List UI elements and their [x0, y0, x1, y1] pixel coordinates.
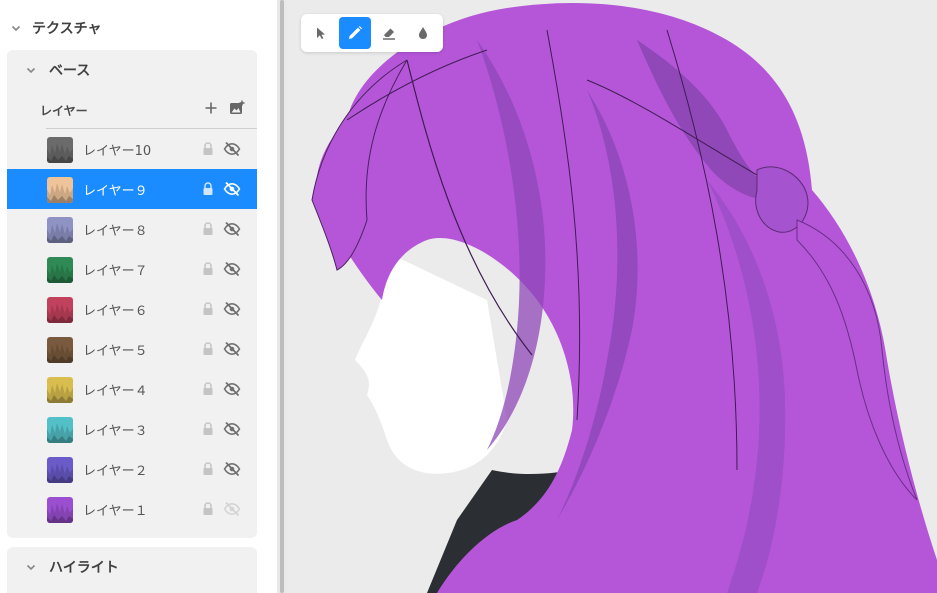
group-highlight: ハイライト [7, 547, 257, 593]
pen-icon [349, 26, 362, 39]
add-layer-button[interactable] [203, 100, 219, 116]
group-base-header[interactable]: ベース [25, 59, 90, 81]
eye-off-icon[interactable] [223, 220, 241, 238]
layer-name: レイヤー10 [83, 144, 152, 159]
lock-icon[interactable] [201, 221, 215, 237]
layer-thumbnail [47, 297, 73, 323]
eye-off-icon[interactable] [223, 420, 241, 438]
character-render [311, 3, 937, 593]
layer-thumbnail [47, 417, 73, 443]
layer-thumbnail [47, 137, 73, 163]
chevron-down-icon [10, 22, 22, 34]
lock-icon[interactable] [201, 341, 215, 357]
pen-tool-button[interactable] [339, 17, 371, 49]
lock-icon[interactable] [201, 381, 215, 397]
eye-off-icon[interactable] [223, 380, 241, 398]
layer-name: レイヤー６ [83, 304, 148, 319]
layer-row[interactable]: レイヤー８ [7, 209, 257, 249]
3d-viewport[interactable] [287, 0, 937, 593]
group-highlight-header[interactable]: ハイライト [25, 556, 119, 578]
lock-icon[interactable] [201, 141, 215, 157]
layer-row[interactable]: レイヤー１ [7, 489, 257, 529]
eye-off-icon[interactable] [223, 340, 241, 358]
texture-panel: テクスチャ ベース レイヤー レイヤー10 レイヤー９ レイヤー８ レイヤー７ [0, 0, 277, 593]
drawing-toolbar [301, 14, 443, 52]
layer-row[interactable]: レイヤー７ [7, 249, 257, 289]
chevron-down-icon [25, 64, 37, 76]
lock-icon[interactable] [201, 501, 215, 517]
plus-icon [205, 102, 217, 114]
scrollbar-thumb[interactable] [280, 0, 284, 593]
layer-row[interactable]: レイヤー２ [7, 449, 257, 489]
lock-icon[interactable] [201, 421, 215, 437]
lock-icon[interactable] [201, 261, 215, 277]
eye-off-icon[interactable] [223, 140, 241, 158]
select-tool-button[interactable] [305, 17, 337, 49]
chevron-down-icon [25, 561, 37, 573]
layer-header-label: レイヤー [40, 103, 88, 118]
layer-row[interactable]: レイヤー４ [7, 369, 257, 409]
layer-name: レイヤー２ [83, 464, 148, 479]
group-base-title: ベース [49, 63, 91, 79]
panel-splitter[interactable] [277, 0, 287, 593]
layer-thumbnail [47, 337, 73, 363]
lock-icon[interactable] [201, 461, 215, 477]
layer-thumbnail [47, 377, 73, 403]
layer-name: レイヤー７ [83, 264, 148, 279]
layer-thumbnail [47, 217, 73, 243]
layer-thumbnail [47, 257, 73, 283]
section-texture-header[interactable]: テクスチャ [10, 16, 101, 40]
eye-off-icon[interactable] [223, 300, 241, 318]
eye-off-icon[interactable] [223, 180, 241, 198]
layer-row[interactable]: レイヤー５ [7, 329, 257, 369]
eraser-tool-button[interactable] [373, 17, 405, 49]
layer-name: レイヤー１ [83, 504, 148, 519]
group-highlight-title: ハイライト [49, 560, 119, 576]
eye-off-icon[interactable] [223, 260, 241, 278]
layer-list-header: レイヤー [40, 100, 257, 120]
layer-thumbnail [47, 497, 73, 523]
layer-name: レイヤー４ [83, 384, 148, 399]
layer-list: レイヤー10 レイヤー９ レイヤー８ レイヤー７ レイヤー６ レイヤー５ レイヤー４ レイヤー… [7, 129, 257, 529]
layer-thumbnail [47, 457, 73, 483]
lock-icon[interactable] [201, 181, 215, 197]
eye-icon[interactable] [223, 500, 241, 518]
fill-tool-button[interactable] [407, 17, 439, 49]
layer-row[interactable]: レイヤー９ [7, 169, 257, 209]
add-image-layer-button[interactable] [229, 100, 245, 116]
add-image-icon [230, 100, 245, 114]
eraser-icon [383, 28, 395, 40]
cursor-icon [317, 27, 325, 39]
drop-icon [419, 27, 427, 39]
layer-row[interactable]: レイヤー10 [7, 129, 257, 169]
layer-name: レイヤー３ [83, 424, 148, 439]
layer-name: レイヤー９ [83, 184, 148, 199]
lock-icon[interactable] [201, 301, 215, 317]
layer-name: レイヤー８ [83, 224, 148, 239]
layer-thumbnail [47, 177, 73, 203]
layer-row[interactable]: レイヤー６ [7, 289, 257, 329]
section-title: テクスチャ [32, 21, 102, 37]
eye-off-icon[interactable] [223, 460, 241, 478]
layer-row[interactable]: レイヤー３ [7, 409, 257, 449]
layer-name: レイヤー５ [83, 344, 148, 359]
